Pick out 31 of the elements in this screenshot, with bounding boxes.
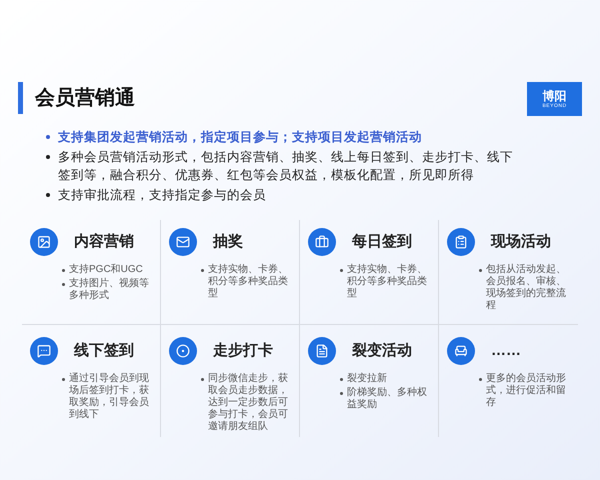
- clipboard-icon: [447, 228, 475, 256]
- slide-title: 会员营销通: [35, 86, 135, 111]
- feature-description: 裂变拉新: [347, 373, 387, 385]
- feature-title: 线下签到: [74, 340, 134, 361]
- feature-title: 走步打卡: [213, 340, 273, 361]
- feature-description: 通过引导会员到现场后签到打卡，获取奖励，引导会员到线下: [69, 373, 150, 421]
- title-accent-bar: [18, 82, 23, 114]
- chat-bubble-icon: [30, 337, 58, 365]
- briefcase-icon: [308, 228, 336, 256]
- feature-title: ……: [491, 340, 521, 361]
- feature-title: 抽奖: [213, 232, 243, 252]
- armchair-icon: [447, 337, 475, 365]
- bullet-text: 支持集团发起营销活动，指定项目参与；支持项目发起营销活动: [58, 129, 422, 146]
- target-icon: [169, 337, 197, 365]
- feature-title: 每日签到: [352, 232, 412, 252]
- feature-title: 裂变活动: [352, 340, 412, 361]
- feature-title: 内容营销: [74, 232, 134, 252]
- bullet-text: 支持审批流程，支持指定参与的会员: [58, 187, 266, 204]
- feature-description: 包括从活动发起、会员报名、审核、现场签到的完整流程: [486, 264, 567, 312]
- feature-description: 同步微信走步，获取会员走步数据，达到一定步数后可参与打卡，会员可邀请朋友组队: [208, 373, 289, 433]
- feature-description: 支持图片、视频等多种形式: [69, 278, 150, 302]
- feature-description: 阶梯奖励、多种权益奖励: [347, 387, 428, 411]
- feature-description: 支持实物、卡券、积分等多种奖品类型: [208, 264, 289, 300]
- feature-description: 支持实物、卡券、积分等多种奖品类型: [347, 264, 428, 300]
- feature-description: 更多的会员活动形式，进行促活和留存: [486, 373, 567, 409]
- image-icon: [30, 228, 58, 256]
- envelope-icon: [169, 228, 197, 256]
- feature-title: 现场活动: [491, 232, 551, 252]
- feature-description: 支持PGC和UGC: [69, 264, 143, 276]
- document-icon: [308, 337, 336, 365]
- bullet-text: 多种会员营销活动形式，包括内容营销、抽奖、线上每日签到、走步打卡、线下签到等，融合积分、优惠券、红包等会员权益，模板化配置，所见即所得: [58, 149, 514, 184]
